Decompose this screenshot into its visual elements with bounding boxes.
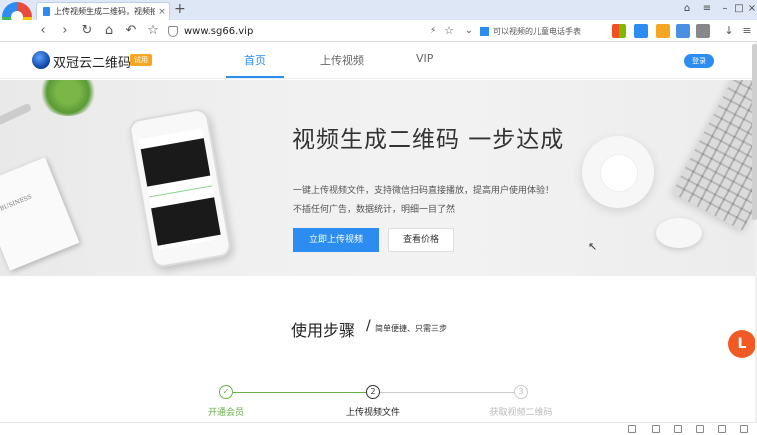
phone-screen xyxy=(138,128,222,250)
login-button[interactable]: 登录 xyxy=(684,54,714,68)
site-name[interactable]: 双冠云二维码 xyxy=(53,52,131,71)
view-price-button[interactable]: 查看价格 xyxy=(388,228,454,252)
undo-icon[interactable]: ↶ xyxy=(122,22,140,40)
steps-title: 使用步骤 xyxy=(291,321,356,340)
step-2-label: 上传视频文件 xyxy=(345,408,400,418)
video-thumbnail xyxy=(140,138,211,187)
upload-video-button[interactable]: 立即上传视频 xyxy=(293,228,379,252)
grid-icon[interactable] xyxy=(634,24,648,38)
step-2-number: 2 xyxy=(366,385,380,399)
nav-vip[interactable]: VIP xyxy=(416,52,433,65)
download-icon[interactable]: ↓ xyxy=(720,22,738,40)
page-settings-icon[interactable] xyxy=(674,425,682,433)
phone-illustration xyxy=(127,107,233,269)
translate-icon[interactable] xyxy=(676,24,690,38)
nav-active-indicator xyxy=(226,76,284,78)
url-text[interactable]: www.sg66.vip xyxy=(184,26,253,37)
tab-title: 上传视频生成二维码，视频拍... xyxy=(54,7,155,16)
search-box[interactable]: 可以视频的儿童电话手表 xyxy=(480,22,606,40)
tools-icon[interactable] xyxy=(696,24,710,38)
hero-description: 一键上传视频文件，支持微信扫码直接播放，提高用户使用体验！ xyxy=(293,186,555,196)
site-header: 双冠云二维码 试用 首页 上传视频 VIP 登录 xyxy=(0,42,757,79)
mouse-decoration xyxy=(656,218,702,248)
hero-banner: BUSINESS 视频生成二维码 一步达成 一键上传视频文件，支持微信扫码直接播… xyxy=(0,80,755,276)
plant-decoration xyxy=(38,80,98,116)
mouse-cursor-icon: ↖ xyxy=(588,240,598,253)
search-engine-icon xyxy=(480,26,489,36)
search-text[interactable]: 可以视频的儿童电话手表 xyxy=(493,26,581,37)
minimize-icon[interactable]: – xyxy=(718,2,732,16)
dropdown-icon[interactable]: ⌄ xyxy=(460,22,478,40)
step-3-number: 3 xyxy=(514,385,528,399)
step-connector-done xyxy=(233,392,366,393)
trial-badge: 试用 xyxy=(130,54,152,66)
step-1-label: 开通会员 xyxy=(207,408,244,418)
home-icon[interactable]: ⌂ xyxy=(100,22,118,40)
steps-subtitle: 简单便捷、只需三步 xyxy=(375,324,447,333)
coffee-cup-decoration xyxy=(582,136,654,208)
star-icon[interactable]: ☆ xyxy=(144,22,162,40)
status-bar xyxy=(0,422,757,435)
steps-title-slash: / xyxy=(366,318,371,334)
tab-bar: 上传视频生成二维码，视频拍... × + ⌂ ≡ – □ × xyxy=(0,0,757,32)
browser-tab-active[interactable]: 上传视频生成二维码，视频拍... × xyxy=(36,2,170,20)
globe-logo-icon[interactable] xyxy=(32,51,50,69)
back-icon[interactable]: ‹ xyxy=(34,22,52,40)
new-tab-button[interactable]: + xyxy=(174,1,186,17)
skin-icon[interactable]: ⌂ xyxy=(680,2,694,16)
browser-menu-icon[interactable]: ≡ xyxy=(738,22,756,40)
fullscreen-icon[interactable] xyxy=(740,425,748,433)
step-3-label: 获取视频二维码 xyxy=(489,408,553,418)
hero-description-secondary: 不插任何广告，数据统计，明细一目了然 xyxy=(293,205,456,215)
step-connector-pending xyxy=(380,392,514,393)
video-thumbnail xyxy=(151,197,221,246)
page-icon xyxy=(43,7,50,16)
scrollbar-thumb[interactable] xyxy=(752,44,757,220)
keyboard-decoration xyxy=(671,80,755,231)
extension-icon[interactable] xyxy=(612,24,626,38)
game-icon[interactable] xyxy=(656,24,670,38)
hero-title: 视频生成二维码 一步达成 xyxy=(292,127,565,153)
notebook-decoration: BUSINESS xyxy=(0,157,80,271)
maximize-icon[interactable]: □ xyxy=(732,2,746,16)
close-window-icon[interactable]: × xyxy=(745,2,757,16)
step-1-check-icon: ✓ xyxy=(219,385,233,399)
shield-icon xyxy=(168,25,178,37)
tab-close-icon[interactable]: × xyxy=(155,7,169,17)
nav-home[interactable]: 首页 xyxy=(244,52,266,68)
forward-icon[interactable]: › xyxy=(56,22,74,40)
pen-decoration xyxy=(0,102,33,126)
screenshot-icon[interactable] xyxy=(652,425,660,433)
zoom-icon[interactable] xyxy=(718,425,726,433)
browser-toolbar: ‹ › ↻ ⌂ ↶ ☆ www.sg66.vip ⚡ ☆ ⌄ 可以视频的儿童电话… xyxy=(0,20,757,42)
nav-upload-video[interactable]: 上传视频 xyxy=(320,52,364,68)
favorite-icon[interactable]: ☆ xyxy=(440,22,458,40)
reload-icon[interactable]: ↻ xyxy=(78,22,96,40)
floating-helper-icon[interactable]: L xyxy=(728,330,756,358)
rocket-icon[interactable] xyxy=(628,425,636,433)
progress-line xyxy=(149,185,213,198)
menu-icon[interactable]: ≡ xyxy=(700,2,714,16)
sound-icon[interactable] xyxy=(696,425,704,433)
notebook-label: BUSINESS xyxy=(0,193,33,213)
